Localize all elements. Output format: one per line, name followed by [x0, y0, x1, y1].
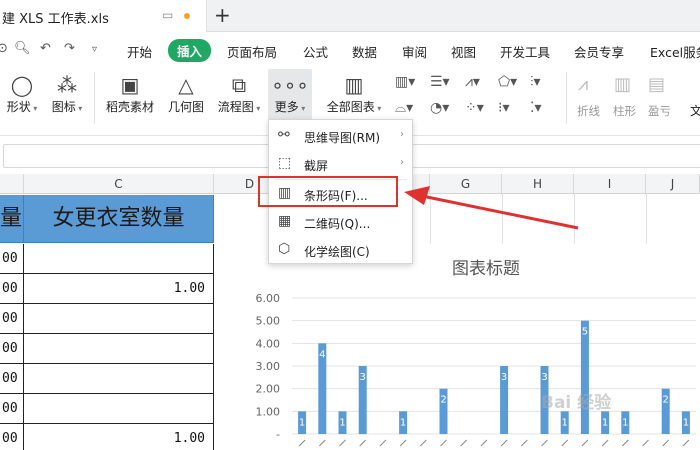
annotation-arrow [404, 186, 579, 230]
annotation-arrow-line [421, 194, 579, 230]
watermark: Bai 经验 [541, 393, 612, 413]
annotation-arrow-head [404, 186, 430, 205]
